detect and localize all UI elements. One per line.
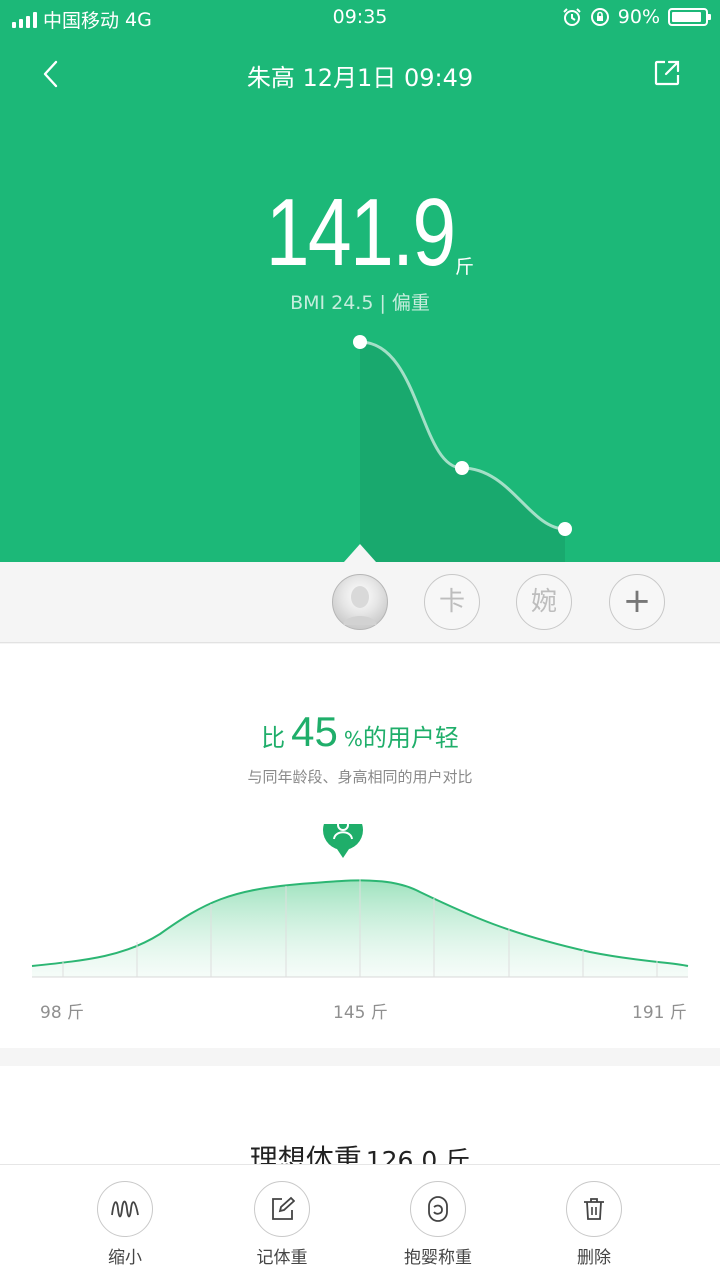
- page-title: 朱高 12月1日 09:49: [246, 64, 474, 92]
- battery-icon: [668, 8, 711, 26]
- delete-label: 删除: [577, 1248, 611, 1268]
- user-avatar-me[interactable]: [332, 574, 388, 630]
- user-avatar-ka[interactable]: 卡: [424, 574, 480, 630]
- comparison-percent: 45: [291, 708, 338, 755]
- comparison-percent-sign: %: [343, 727, 363, 751]
- baby-icon: [428, 1196, 448, 1222]
- distribution-chart: [31, 824, 689, 978]
- wave-icon: [111, 1200, 139, 1218]
- user-switcher: 卡 婉 +: [0, 562, 720, 643]
- comparison-caption: 与同年龄段、身高相同的用户对比: [247, 768, 473, 786]
- comparison-headline: 比 45 %的用户轻: [0, 708, 720, 756]
- shrink-label: 缩小: [108, 1248, 142, 1268]
- trend-point: [353, 335, 367, 349]
- plus-icon: +: [622, 581, 652, 621]
- bmi-label: BMI 24.5 | 偏重: [290, 292, 430, 314]
- trend-area: [360, 342, 565, 562]
- bottom-toolbar: 缩小 记体重 抱婴称重 删除: [0, 1164, 720, 1280]
- add-user-button[interactable]: +: [609, 574, 665, 630]
- axis-mid-label: 145 斤: [333, 1003, 388, 1023]
- weight-unit: 斤: [455, 256, 475, 278]
- axis-min-label: 98 斤: [40, 1003, 85, 1023]
- rotation-lock-icon: [590, 8, 609, 26]
- record-weight-button[interactable]: 记体重: [222, 1181, 342, 1268]
- weight-trend-chart: [353, 335, 572, 562]
- weight-display: 141.9 斤: [0, 178, 720, 288]
- trend-point: [455, 461, 469, 475]
- avatar: [343, 586, 377, 625]
- record-weight-label: 记体重: [256, 1248, 308, 1268]
- weight-value: 141.9: [265, 179, 456, 286]
- user-avatar-label: 卡: [438, 587, 465, 617]
- hero-header: 中国移动 4G 09:35 90% 朱高 12月1日 09:49 141.9 斤…: [0, 0, 720, 562]
- status-bar: 中国移动 4G 09:35 90%: [0, 0, 720, 36]
- baby-weigh-label: 抱婴称重: [404, 1248, 472, 1268]
- delete-button[interactable]: 删除: [534, 1181, 654, 1268]
- comparison-suffix: 的用户轻: [362, 724, 459, 752]
- shrink-button[interactable]: 缩小: [65, 1181, 185, 1268]
- alarm-icon: [563, 8, 581, 26]
- trend-point: [558, 522, 572, 536]
- battery-percent: 90%: [617, 6, 660, 28]
- user-position-marker: [323, 824, 363, 858]
- comparison-panel: 比 45 %的用户轻 与同年龄段、身高相同的用户对比 98 斤 145 斤 19…: [0, 644, 720, 1048]
- user-avatar-wan[interactable]: 婉: [516, 574, 572, 630]
- comparison-prefix: 比: [261, 724, 286, 752]
- selected-pointer: [344, 544, 376, 562]
- nav-bar: 朱高 12月1日 09:49: [0, 52, 720, 96]
- baby-weigh-button[interactable]: 抱婴称重: [378, 1181, 498, 1268]
- share-icon[interactable]: [652, 58, 682, 88]
- user-avatar-label: 婉: [530, 587, 557, 617]
- trash-icon: [584, 1198, 604, 1220]
- edit-icon: [272, 1196, 295, 1220]
- axis-max-label: 191 斤: [632, 1003, 687, 1023]
